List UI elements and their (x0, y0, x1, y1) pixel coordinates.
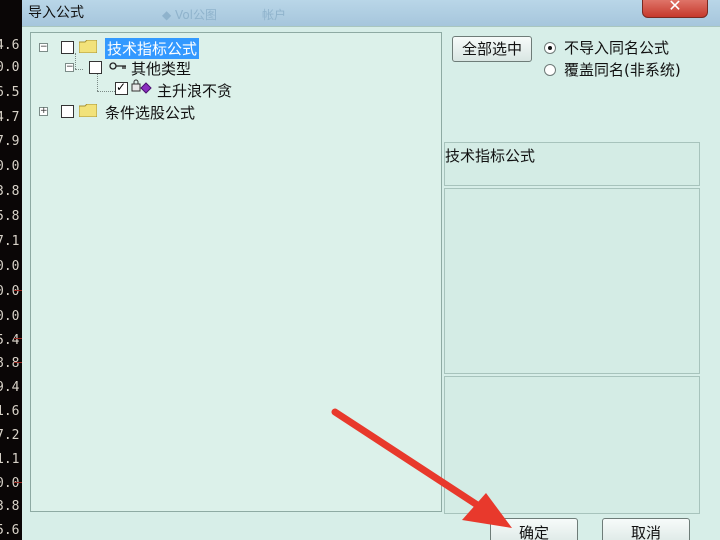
background-number: 7.9 (0, 134, 20, 149)
background-ghost-text: 帐户 (262, 8, 287, 22)
dialog-titlebar[interactable]: 导入公式 ◆ Vol公图 帐户 ✕ (22, 0, 720, 26)
background-number: 0.0 (0, 309, 20, 324)
background-number: 7.1 (0, 234, 20, 249)
background-number: 5.8 (0, 209, 20, 224)
radio-overwrite-duplicates[interactable] (544, 64, 556, 76)
tree-item-technical-indicators[interactable]: − 技术指标公式 (31, 37, 431, 59)
folder-icon (79, 40, 97, 53)
background-number: 4.6 (0, 38, 20, 53)
background-number: 0.0 (0, 284, 20, 299)
tree-checkbox[interactable] (61, 105, 74, 118)
formula-tree[interactable]: − 技术指标公式 − 其他类型 主升浪不贪 (30, 32, 442, 512)
tree-checkbox[interactable] (61, 41, 74, 54)
formula-type-box: 技术指标公式 (444, 142, 700, 186)
background-number: 0.0 (0, 259, 20, 274)
formula-lock-icon (131, 79, 152, 94)
collapse-icon[interactable]: − (65, 63, 74, 72)
background-number: 4.7 (0, 110, 20, 125)
background-tick (14, 482, 22, 483)
formula-type-label: 技术指标公式 (445, 147, 536, 165)
tree-checkbox[interactable] (89, 61, 102, 74)
tree-item-label: 其他类型 (131, 60, 192, 78)
tree-item-condition-selection[interactable]: + 条件选股公式 (31, 101, 431, 122)
background-tick (14, 338, 22, 339)
background-number: 3.8 (0, 184, 20, 199)
tree-item-label: 主升浪不贪 (157, 82, 233, 100)
key-icon (109, 62, 126, 70)
close-icon: ✕ (668, 0, 682, 15)
background-number: 0.0 (0, 60, 20, 75)
background-number: 8.8 (0, 356, 20, 371)
background-number: 9.4 (0, 380, 20, 395)
tree-item-formula[interactable]: 主升浪不贪 (31, 78, 431, 100)
tree-item-other-types[interactable]: − 其他类型 (31, 57, 431, 78)
tree-item-label: 条件选股公式 (105, 104, 196, 122)
background-number: 0.0 (0, 476, 20, 491)
close-button[interactable]: ✕ (642, 0, 708, 18)
radio-skip-duplicates[interactable] (544, 42, 556, 54)
folder-icon (79, 104, 97, 117)
collapse-icon[interactable]: − (39, 43, 48, 52)
cancel-button[interactable]: 取消 (602, 518, 690, 540)
radio-skip-duplicates-label[interactable]: 不导入同名公式 (564, 37, 669, 58)
background-number: 7.2 (0, 428, 20, 443)
expand-icon[interactable]: + (39, 107, 48, 116)
background-number: 3.8 (0, 499, 20, 514)
radio-overwrite-duplicates-label[interactable]: 覆盖同名(非系统) (564, 59, 681, 80)
dialog-title: 导入公式 (28, 5, 84, 21)
background-price-column: 4.6 0.0 6.5 4.7 7.9 0.0 3.8 5.8 7.1 0.0 … (0, 0, 22, 540)
tree-item-label: 技术指标公式 (105, 38, 200, 59)
background-number: 1.1 (0, 452, 20, 467)
formula-params-box (444, 376, 700, 514)
background-number: 5.4 (0, 333, 20, 348)
background-tick (14, 362, 22, 363)
background-number: 6.5 (0, 85, 20, 100)
background-ghost-text: ◆ Vol公图 (162, 8, 217, 22)
import-formula-dialog: 导入公式 ◆ Vol公图 帐户 ✕ − 技术指标公式 − 其他类型 ✓ 主升浪不… (22, 0, 720, 540)
background-tick (14, 290, 22, 291)
background-number: 0.0 (0, 159, 20, 174)
background-number: 5.6 (0, 523, 20, 538)
background-number: 1.6 (0, 404, 20, 419)
tree-checkbox-checked[interactable] (115, 80, 128, 95)
select-all-button[interactable]: 全部选中 (452, 36, 532, 62)
formula-description-box (444, 188, 700, 374)
ok-button[interactable]: 确定 (490, 518, 578, 540)
